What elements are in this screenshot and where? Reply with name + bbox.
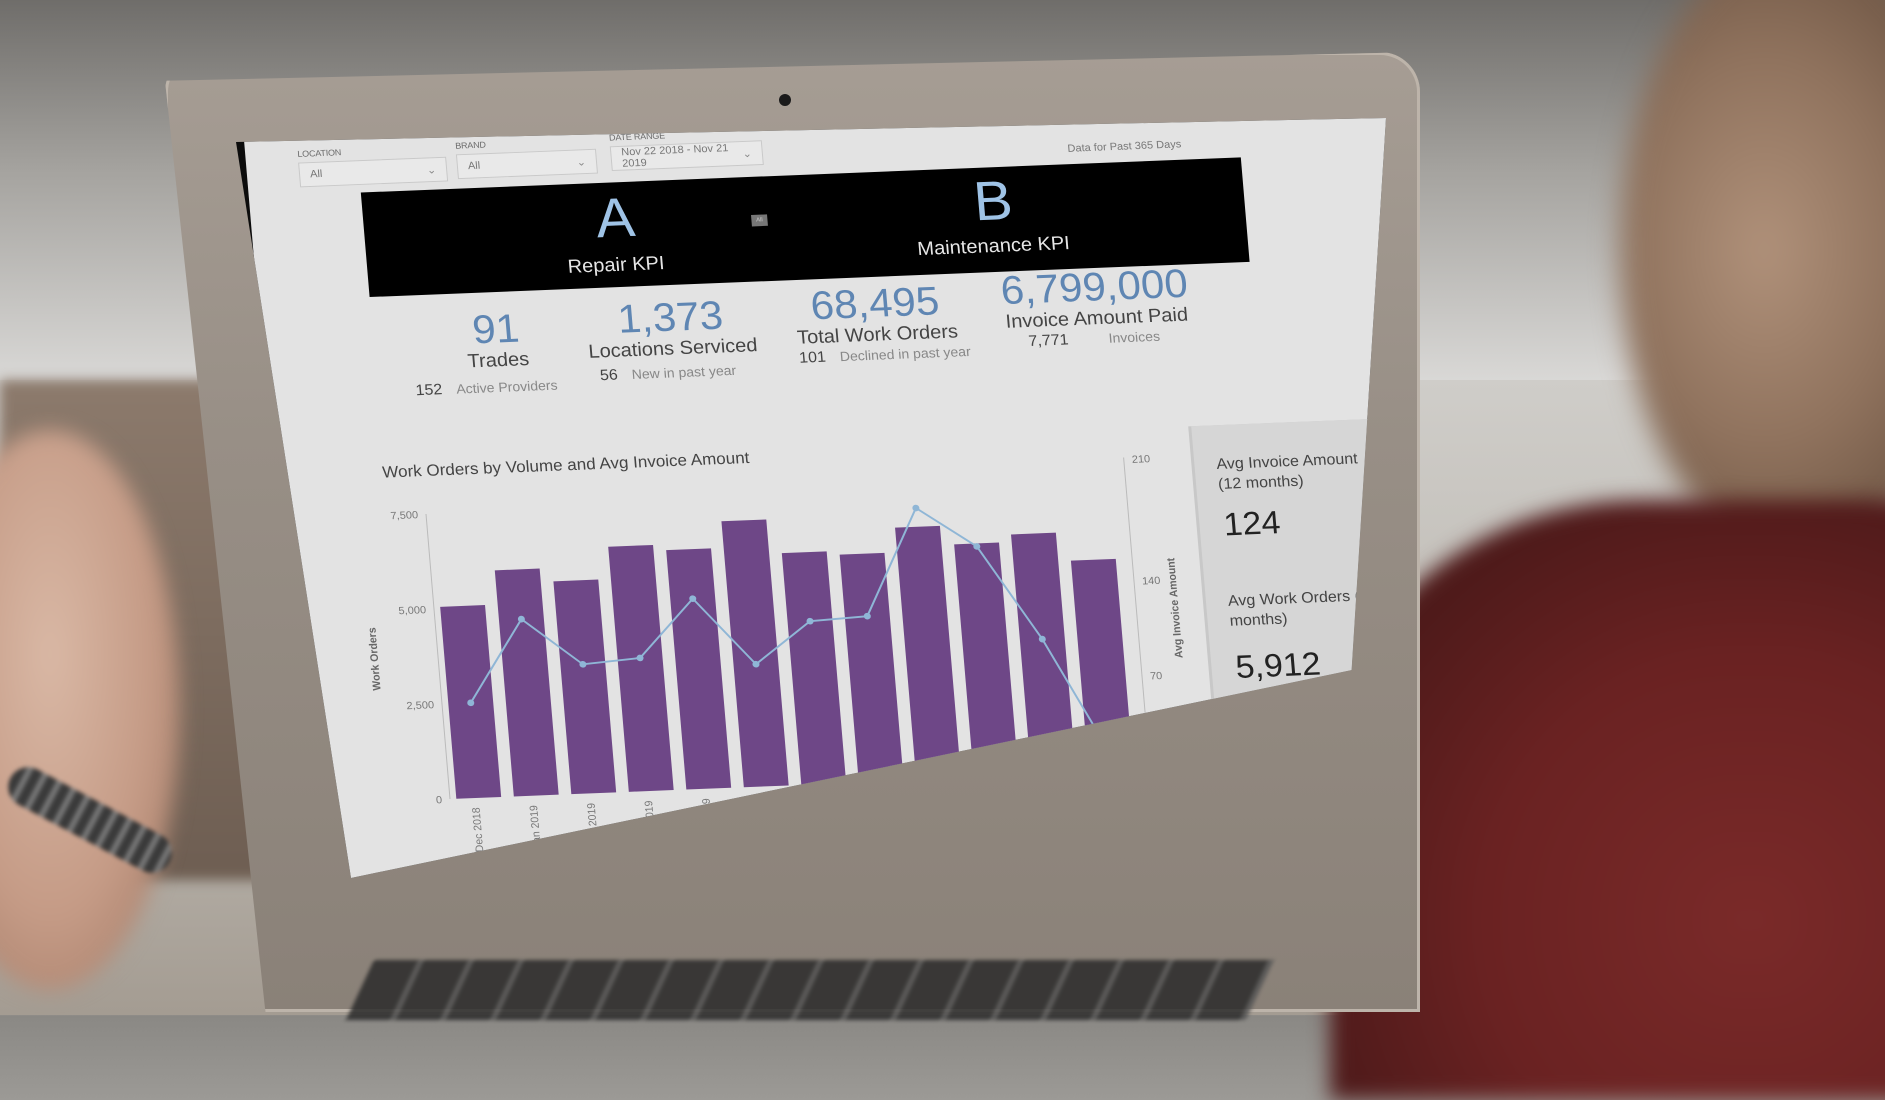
kpi-trades: 91 Trades — [429, 304, 565, 375]
location-filter: LOCATION All ⌄ — [296, 143, 449, 188]
date-range-value: Nov 22 2018 - Nov 21 2019 — [620, 142, 729, 170]
kpi-label: Trades — [466, 348, 530, 373]
date-range-select[interactable]: Nov 22 2018 - Nov 21 2019 ⌄ — [609, 140, 764, 172]
brand-filter: BRAND All ⌄ — [455, 136, 598, 180]
bar — [839, 552, 904, 783]
location-select-value: All — [309, 168, 323, 181]
y2-tick-label: 140 — [1142, 575, 1161, 587]
chevron-down-icon: ⌄ — [742, 147, 753, 160]
bar — [553, 579, 617, 795]
chevron-down-icon: ⌄ — [426, 164, 437, 177]
location-select[interactable]: All ⌄ — [298, 156, 449, 188]
kpi-sub-label: Active Providers — [455, 377, 559, 397]
bar — [608, 544, 674, 792]
y2-tick-label: 70 — [1150, 670, 1163, 682]
bar — [781, 551, 847, 785]
location-filter-label: LOCATION — [296, 147, 342, 159]
brand-select-value: All — [467, 160, 481, 173]
y2-tick-label: 210 — [1131, 453, 1150, 465]
bar — [721, 519, 789, 788]
chevron-down-icon: ⌄ — [576, 156, 587, 169]
kpi-locations-sub: 56 New in past year — [599, 362, 737, 385]
kpi-sub-value: 7,771 — [1027, 331, 1070, 350]
y-tick-label: 5,000 — [398, 604, 427, 617]
kpi-trades-sub: 152 Active Providers — [415, 377, 558, 400]
brand-filter-label: BRAND — [454, 139, 487, 151]
kpi-value: 91 — [470, 305, 521, 352]
avg-invoice-value: 124 — [1222, 504, 1282, 544]
kpi-sub-value: 101 — [798, 349, 827, 367]
y2-axis-label: Avg Invoice Amount — [1165, 557, 1186, 658]
kpi-locations: 1,373 Locations Serviced — [568, 291, 774, 365]
kpi-sub-label: New in past year — [631, 362, 737, 382]
repair-tab-letter: A — [593, 186, 638, 250]
y-tick-label: 0 — [435, 794, 442, 806]
tab-maintenance-kpi[interactable]: B Maintenance KPI — [881, 163, 1110, 276]
data-period-note: Data for Past 365 Days — [1067, 138, 1182, 155]
kpi-invoice-amount: 6,799,000 Invoice Amount Paid — [972, 260, 1218, 335]
y-tick-label: 2,500 — [406, 699, 435, 712]
kpi-total-work-orders: 68,495 Total Work Orders — [773, 277, 979, 351]
avg-invoice-title: Avg Invoice Amount (12 months) — [1215, 451, 1359, 493]
maintenance-tab-label: Maintenance KPI — [916, 232, 1071, 260]
laptop-keyboard — [346, 960, 1274, 1020]
x-tick-label: Dec 2018 — [470, 807, 486, 852]
bar — [494, 568, 559, 797]
tab-repair-kpi[interactable]: A Repair KPI — [531, 178, 730, 290]
bar — [895, 525, 962, 781]
y-axis-label: Work Orders — [366, 627, 384, 691]
repair-tab-label: Repair KPI — [566, 252, 666, 278]
brand-select[interactable]: All ⌄ — [455, 148, 598, 180]
y-tick-label: 7,500 — [390, 509, 419, 522]
maintenance-tab-letter: B — [971, 169, 1015, 233]
kpi-sub-value: 56 — [599, 367, 619, 385]
kpi-sub-label: Invoices — [1107, 328, 1161, 346]
all-badge[interactable]: All — [751, 214, 768, 227]
bar — [666, 548, 732, 790]
kpi-sub-value: 152 — [414, 381, 444, 400]
webcam-icon — [779, 94, 791, 106]
